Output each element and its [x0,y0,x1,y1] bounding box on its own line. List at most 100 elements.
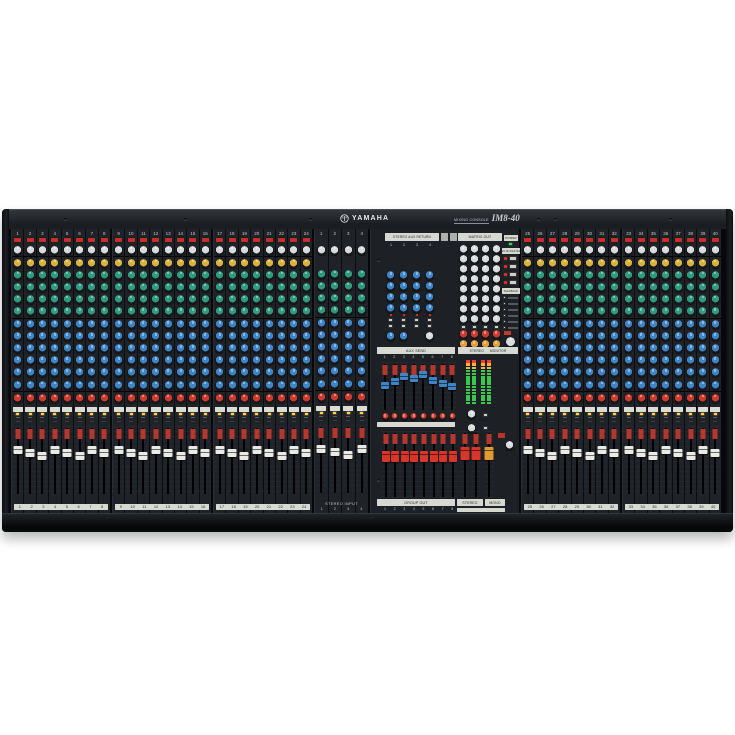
aux-send-knob[interactable] [151,332,160,341]
eq-knob[interactable] [228,295,237,304]
channel-fader[interactable] [710,426,721,496]
aux-send-knob[interactable] [624,320,633,329]
pan-knob[interactable] [265,394,274,403]
aux-send-knob[interactable] [63,332,72,341]
gain-knob[interactable] [674,246,683,255]
channel-fader[interactable] [623,426,634,496]
aux-send-knob[interactable] [252,332,261,341]
eq-knob[interactable] [289,295,298,304]
gain-knob[interactable] [523,246,532,255]
aux-send-knob[interactable] [201,381,210,390]
aux-send-knob[interactable] [585,368,594,377]
eq-knob[interactable] [277,259,286,268]
aux-send-knob[interactable] [100,320,109,329]
gain-knob[interactable] [13,246,22,255]
pfl-button[interactable] [279,420,285,423]
aux-send-knob[interactable] [63,368,72,377]
aux-send-knob[interactable] [13,344,22,353]
eq-knob[interactable] [548,307,557,316]
channel-fader[interactable] [62,426,73,496]
channel-fader[interactable] [74,426,85,496]
aux-send-knob[interactable] [13,356,22,365]
group-out-fader[interactable] [448,431,457,499]
aux-send-knob[interactable] [560,381,569,390]
aux-return-button[interactable] [414,324,419,328]
aux-return-knob[interactable] [412,271,421,280]
eq-knob[interactable] [26,271,35,280]
aux-send-knob[interactable] [87,344,96,353]
aux-send-knob[interactable] [38,332,47,341]
pfl-button[interactable] [128,420,134,423]
eq-knob[interactable] [240,271,249,280]
aux-send-knob[interactable] [624,344,633,353]
eq-knob[interactable] [573,271,582,280]
channel-fader[interactable] [113,426,124,496]
pan-knob[interactable] [26,394,35,403]
channel-fader[interactable] [138,426,149,496]
aux-send-knob[interactable] [265,368,274,377]
matrix-send-knob[interactable] [470,305,479,314]
gain-knob[interactable] [26,246,35,255]
eq-knob[interactable] [164,295,173,304]
eq-knob[interactable] [711,271,720,280]
pfl-button[interactable] [599,420,605,423]
eq-knob[interactable] [201,307,210,316]
aux-send-knob[interactable] [139,368,148,377]
eq-knob[interactable] [698,307,707,316]
aux-send-knob[interactable] [100,368,109,377]
matrix-send-knob[interactable] [481,245,490,254]
aux-return-button[interactable] [388,318,393,322]
aux-send-knob[interactable] [649,344,658,353]
eq-knob[interactable] [661,271,670,280]
matrix-send-knob[interactable] [481,295,490,304]
pfl-button[interactable] [241,420,247,423]
aux-send-knob[interactable] [585,381,594,390]
aux-send-knob[interactable] [302,356,311,365]
on-button[interactable] [178,416,184,419]
eq-knob[interactable] [100,259,109,268]
gain-knob[interactable] [139,246,148,255]
aux-send-knob[interactable] [201,356,210,365]
eq-knob[interactable] [75,307,84,316]
eq-knob[interactable] [637,307,646,316]
pfl-button[interactable] [27,420,33,423]
talkback-button[interactable] [504,331,511,335]
monitor-button[interactable] [483,426,488,430]
aux-send-knob[interactable] [87,368,96,377]
on-button[interactable] [64,416,70,419]
pad-switch[interactable] [574,238,581,242]
eq-knob[interactable] [573,295,582,304]
eq-knob[interactable] [289,307,298,316]
aux-send-knob[interactable] [585,344,594,353]
eq-knob[interactable] [686,307,695,316]
pad-switch[interactable] [537,238,544,242]
eq-knob[interactable] [127,271,136,280]
pad-switch[interactable] [202,238,209,242]
eq-knob[interactable] [523,283,532,292]
eq-knob[interactable] [13,259,22,268]
eq-knob[interactable] [686,271,695,280]
aux-send-knob[interactable] [252,381,261,390]
aux-send-knob[interactable] [637,344,646,353]
eq-knob[interactable] [610,295,619,304]
gain-knob[interactable] [151,246,160,255]
stereo-master-fader[interactable] [460,431,469,499]
pan-knob[interactable] [13,394,22,403]
aux-send-knob[interactable] [114,381,123,390]
eq-knob[interactable] [215,295,224,304]
aux-send-knob[interactable] [548,381,557,390]
eq-knob[interactable] [302,295,311,304]
aux-send-knob[interactable] [624,368,633,377]
eq-knob[interactable] [523,307,532,316]
aux-send-knob[interactable] [661,356,670,365]
aux-send-knob[interactable] [87,381,96,390]
eq-knob[interactable] [637,259,646,268]
aux-send-knob[interactable] [176,320,185,329]
aux-send-knob[interactable] [711,368,720,377]
eq-knob[interactable] [201,295,210,304]
eq-knob[interactable] [649,295,658,304]
pfl-button[interactable] [153,420,159,423]
matrix-send-knob[interactable] [481,285,490,294]
pan-knob[interactable] [449,413,456,420]
eq-knob[interactable] [201,259,210,268]
